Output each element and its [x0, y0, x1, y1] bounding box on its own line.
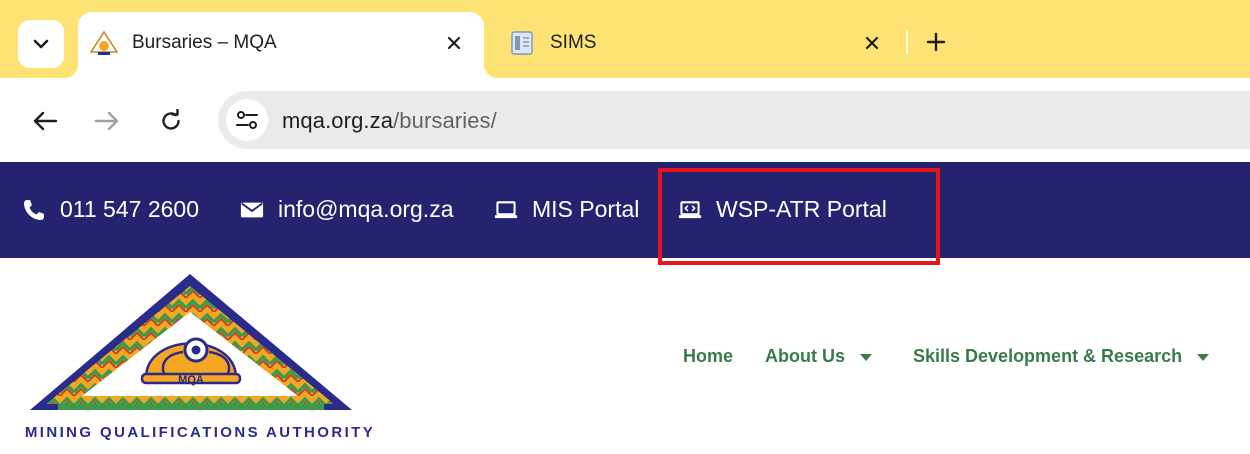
mqa-logo[interactable]: MQA MINING QUALIFICATIONS AUTHORITY — [18, 270, 382, 450]
caret-down-icon — [860, 353, 872, 361]
logo-caption: MINING QUALIFICATIONS AUTHORITY — [24, 424, 376, 441]
svg-text:MQA: MQA — [178, 374, 204, 386]
address-bar[interactable]: mqa.org.za/bursaries/ — [218, 91, 1250, 149]
email-address: info@mqa.org.za — [278, 196, 454, 222]
forward-button[interactable] — [92, 106, 122, 136]
new-tab-button[interactable] — [924, 30, 948, 54]
browser-tabstrip: Bursaries – MQA SIMS — [0, 0, 1250, 78]
tab-title: SIMS — [550, 32, 597, 53]
url-path: /bursaries/ — [393, 108, 497, 133]
email-link[interactable]: info@mqa.org.za — [240, 196, 454, 223]
reload-button[interactable] — [156, 106, 186, 136]
plus-icon — [926, 32, 946, 52]
arrow-right-icon — [94, 111, 119, 131]
mqa-favicon-icon — [90, 30, 118, 55]
phone-link[interactable]: 011 547 2600 — [22, 196, 199, 223]
tab-close-button[interactable] — [860, 31, 884, 55]
tab-separator — [906, 30, 908, 54]
tab-title: Bursaries – MQA — [132, 32, 277, 53]
close-icon — [865, 36, 879, 50]
nav-item-label: Home — [683, 346, 734, 366]
url-host: mqa.org.za — [282, 108, 394, 133]
phone-number: 011 547 2600 — [60, 196, 199, 222]
tab-sims[interactable]: SIMS — [494, 12, 904, 74]
arrow-left-icon — [33, 111, 58, 131]
nav-item-label: Skills Development & Research — [913, 346, 1183, 366]
nav-item-skills-development[interactable]: Skills Development & Research — [913, 346, 1210, 367]
mqa-logo-icon: MQA — [30, 274, 352, 410]
browser-toolbar: mqa.org.za/bursaries/ — [0, 78, 1250, 162]
close-icon — [447, 36, 461, 50]
caret-down-icon — [1197, 353, 1210, 361]
site-contact-bar: 011 547 2600 info@mqa.org.za MIS Portal — [0, 162, 1250, 258]
laptop-icon — [494, 198, 518, 222]
phone-icon — [22, 198, 46, 222]
site-info-button[interactable] — [226, 99, 268, 141]
nav-item-about-us[interactable]: About Us — [765, 346, 873, 367]
envelope-icon — [240, 198, 264, 222]
back-button[interactable] — [30, 106, 60, 136]
url-text[interactable]: mqa.org.za/bursaries/ — [282, 108, 497, 134]
nav-item-home[interactable]: Home — [683, 346, 733, 367]
tab-bursaries[interactable]: Bursaries – MQA — [64, 12, 498, 78]
tab-search-button[interactable] — [18, 20, 64, 68]
tab-close-button[interactable] — [442, 31, 466, 55]
reload-icon — [162, 109, 180, 130]
mis-portal-link[interactable]: MIS Portal — [494, 196, 639, 223]
tune-icon — [236, 111, 258, 129]
mis-portal-label: MIS Portal — [532, 196, 640, 222]
nav-item-label: About Us — [765, 346, 845, 366]
document-icon — [511, 31, 533, 55]
highlight-box — [658, 168, 940, 265]
chevron-down-icon — [33, 39, 49, 49]
